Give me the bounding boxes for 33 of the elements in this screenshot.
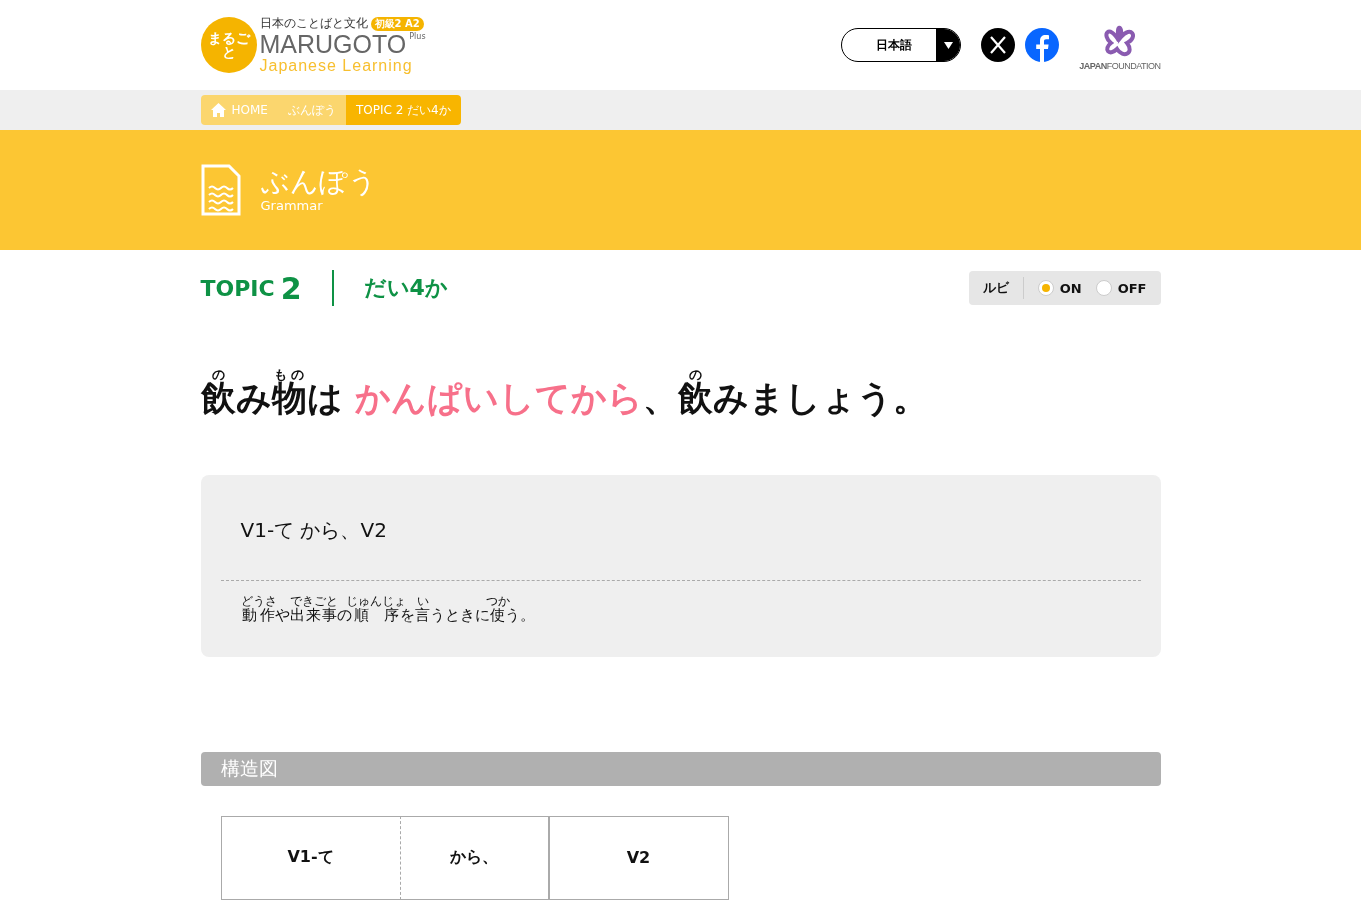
caret-icon bbox=[943, 41, 953, 49]
structure-cell: から、 bbox=[400, 815, 549, 900]
topic-number: 2 bbox=[280, 270, 302, 306]
page-title: ぶんぽう bbox=[260, 167, 377, 198]
structure-cell: V1-て bbox=[220, 815, 401, 900]
page-subtitle: Grammar bbox=[260, 197, 324, 213]
logo-mark[interactable]: まるごと bbox=[200, 17, 257, 73]
logo-tagline: 日本のことばと文化 bbox=[259, 15, 368, 32]
logo-subtitle: Japanese Learning bbox=[259, 57, 414, 75]
ruby-option[interactable]: ON bbox=[1037, 280, 1082, 296]
ruby-option[interactable]: OFF bbox=[1095, 280, 1147, 296]
section-header: 構造図 bbox=[200, 751, 1161, 786]
level-badge: 初級2 A2 bbox=[370, 16, 424, 31]
ruby-label: ルビ bbox=[982, 279, 1009, 297]
example-sentence: 飲 の み物 もの は かんぱいしてから、飲 の みましょう。 bbox=[200, 368, 929, 420]
document-icon bbox=[200, 164, 241, 216]
radio-button[interactable] bbox=[1095, 280, 1112, 296]
structure-cell: V2 bbox=[548, 815, 729, 900]
breadcrumb-link[interactable]: HOME bbox=[200, 95, 278, 125]
topic-label: TOPIC bbox=[200, 275, 275, 301]
logo-name: MARUGOTO bbox=[259, 32, 407, 57]
pattern-description: 動作 どうさ や出来事 できごと の順序 じゅんじょ を言 い うときに使 つか う。 bbox=[240, 594, 536, 626]
grammar-formula: V1-て から、V2 bbox=[239, 516, 388, 544]
facebook-icon[interactable] bbox=[1025, 28, 1060, 62]
breadcrumb-link[interactable]: TOPIC 2 だい4か bbox=[345, 95, 461, 125]
lesson-label: だい4か bbox=[363, 274, 448, 302]
x-icon[interactable] bbox=[981, 28, 1016, 62]
language-select[interactable]: 日本語 bbox=[841, 28, 962, 62]
logo-plus: Plus bbox=[409, 32, 426, 41]
partner-logo-text: JAPANFOUNDATION bbox=[1079, 61, 1161, 71]
radio-button[interactable] bbox=[1037, 280, 1054, 296]
home-icon bbox=[210, 103, 226, 117]
breadcrumb-link[interactable]: ぶんぽう bbox=[277, 95, 346, 125]
